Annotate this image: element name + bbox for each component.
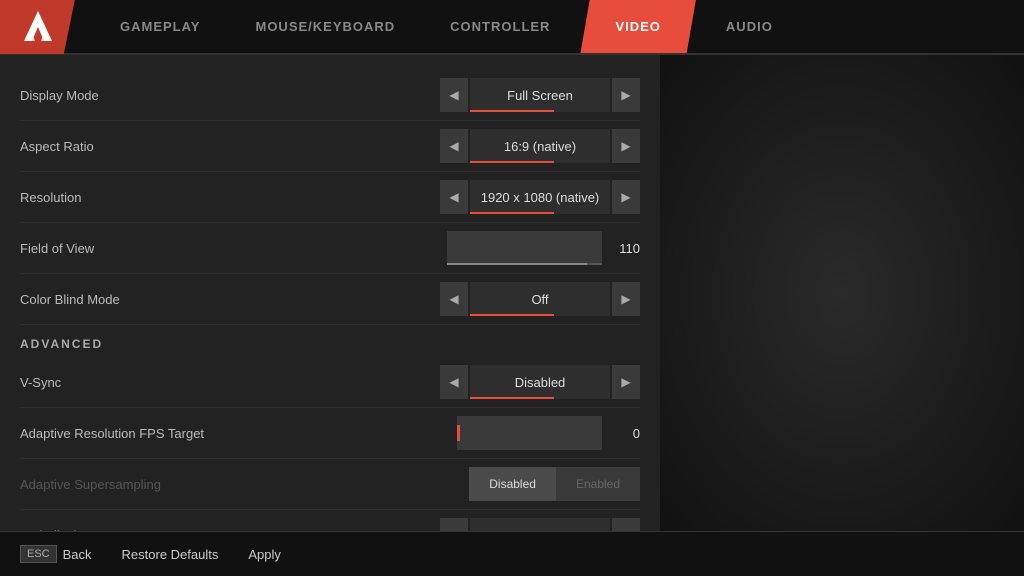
right-panel	[660, 55, 1024, 531]
vsync-prev[interactable]: ◀	[440, 365, 468, 399]
setting-vsync: V-Sync ◀ Disabled ▶	[20, 357, 640, 408]
vsync-value: Disabled	[470, 365, 610, 399]
display-mode-next[interactable]: ▶	[612, 78, 640, 112]
aspect-ratio-next[interactable]: ▶	[612, 129, 640, 163]
tab-controller[interactable]: CONTROLLER	[425, 0, 575, 53]
resolution-control: ◀ 1920 x 1080 (native) ▶	[440, 180, 640, 214]
display-mode-control: ◀ Full Screen ▶	[440, 78, 640, 112]
anti-aliasing-control: ◀ None ▶	[440, 518, 640, 531]
adaptive-res-control: 0	[440, 416, 640, 450]
setting-adaptive-res: Adaptive Resolution FPS Target 0	[20, 408, 640, 459]
restore-defaults-label: Restore Defaults	[122, 547, 219, 562]
adaptive-supersampling-control: Disabled Enabled	[440, 467, 640, 501]
setting-color-blind: Color Blind Mode ◀ Off ▶	[20, 274, 640, 325]
vsync-arrow-control: ◀ Disabled ▶	[440, 365, 640, 399]
resolution-next[interactable]: ▶	[612, 180, 640, 214]
settings-panel: Display Mode ◀ Full Screen ▶ Aspect Rati…	[0, 55, 660, 531]
tab-mouse-keyboard[interactable]: MOUSE/KEYBOARD	[230, 0, 420, 53]
display-mode-arrow-control: ◀ Full Screen ▶	[440, 78, 640, 112]
resolution-arrow-control: ◀ 1920 x 1080 (native) ▶	[440, 180, 640, 214]
apex-logo-icon	[18, 7, 58, 47]
color-blind-arrow-control: ◀ Off ▶	[440, 282, 640, 316]
setting-anti-aliasing: Anti-aliasing ◀ None ▶	[20, 510, 640, 531]
tab-gameplay[interactable]: GAMEPLAY	[95, 0, 225, 53]
resolution-prev[interactable]: ◀	[440, 180, 468, 214]
adaptive-supersampling-label: Adaptive Supersampling	[20, 477, 440, 492]
adaptive-res-bar	[457, 425, 460, 441]
back-label: Back	[63, 547, 92, 562]
anti-aliasing-arrow-control: ◀ None ▶	[440, 518, 640, 531]
esc-key: ESC	[20, 545, 57, 563]
aspect-ratio-prev[interactable]: ◀	[440, 129, 468, 163]
fov-slider-track[interactable]	[447, 231, 602, 265]
anti-aliasing-next[interactable]: ▶	[612, 518, 640, 531]
header: GAMEPLAY MOUSE/KEYBOARD CONTROLLER VIDEO…	[0, 0, 1024, 55]
tab-video[interactable]: VIDEO	[580, 0, 695, 53]
aspect-ratio-control: ◀ 16:9 (native) ▶	[440, 129, 640, 163]
color-blind-next[interactable]: ▶	[612, 282, 640, 316]
apply-button[interactable]: Apply	[248, 547, 281, 562]
fov-value: 110	[610, 241, 640, 256]
restore-defaults-button[interactable]: Restore Defaults	[122, 547, 219, 562]
aspect-ratio-arrow-control: ◀ 16:9 (native) ▶	[440, 129, 640, 163]
color-blind-prev[interactable]: ◀	[440, 282, 468, 316]
anti-aliasing-prev[interactable]: ◀	[440, 518, 468, 531]
setting-adaptive-supersampling: Adaptive Supersampling Disabled Enabled	[20, 459, 640, 510]
setting-fov: Field of View 110	[20, 223, 640, 274]
display-mode-value: Full Screen	[470, 78, 610, 112]
adaptive-res-value: 0	[610, 426, 640, 441]
setting-display-mode: Display Mode ◀ Full Screen ▶	[20, 70, 640, 121]
fov-label: Field of View	[20, 241, 440, 256]
tab-audio[interactable]: AUDIO	[701, 0, 798, 53]
adaptive-supersampling-enabled-btn[interactable]: Enabled	[556, 467, 640, 501]
display-mode-prev[interactable]: ◀	[440, 78, 468, 112]
advanced-section-header: ADVANCED	[20, 325, 640, 357]
resolution-label: Resolution	[20, 190, 440, 205]
anti-aliasing-value: None	[470, 518, 610, 531]
setting-aspect-ratio: Aspect Ratio ◀ 16:9 (native) ▶	[20, 121, 640, 172]
main-content: Display Mode ◀ Full Screen ▶ Aspect Rati…	[0, 55, 1024, 531]
vsync-label: V-Sync	[20, 375, 440, 390]
adaptive-res-slider[interactable]	[457, 416, 602, 450]
bottom-bar: ESC Back Restore Defaults Apply	[0, 531, 1024, 576]
apply-label: Apply	[248, 547, 281, 562]
adaptive-supersampling-disabled-btn[interactable]: Disabled	[469, 467, 556, 501]
setting-resolution: Resolution ◀ 1920 x 1080 (native) ▶	[20, 172, 640, 223]
anti-aliasing-label: Anti-aliasing	[20, 528, 440, 532]
vsync-next[interactable]: ▶	[612, 365, 640, 399]
aspect-ratio-label: Aspect Ratio	[20, 139, 440, 154]
color-blind-control: ◀ Off ▶	[440, 282, 640, 316]
fov-slider-control: 110	[440, 231, 640, 265]
apex-logo	[0, 0, 75, 54]
aspect-ratio-value: 16:9 (native)	[470, 129, 610, 163]
nav-tabs: GAMEPLAY MOUSE/KEYBOARD CONTROLLER VIDEO…	[95, 0, 798, 53]
vsync-control: ◀ Disabled ▶	[440, 365, 640, 399]
resolution-value: 1920 x 1080 (native)	[470, 180, 610, 214]
back-button[interactable]: ESC Back	[20, 545, 92, 563]
color-blind-value: Off	[470, 282, 610, 316]
color-blind-label: Color Blind Mode	[20, 292, 440, 307]
adaptive-res-label: Adaptive Resolution FPS Target	[20, 426, 440, 441]
display-mode-label: Display Mode	[20, 88, 440, 103]
